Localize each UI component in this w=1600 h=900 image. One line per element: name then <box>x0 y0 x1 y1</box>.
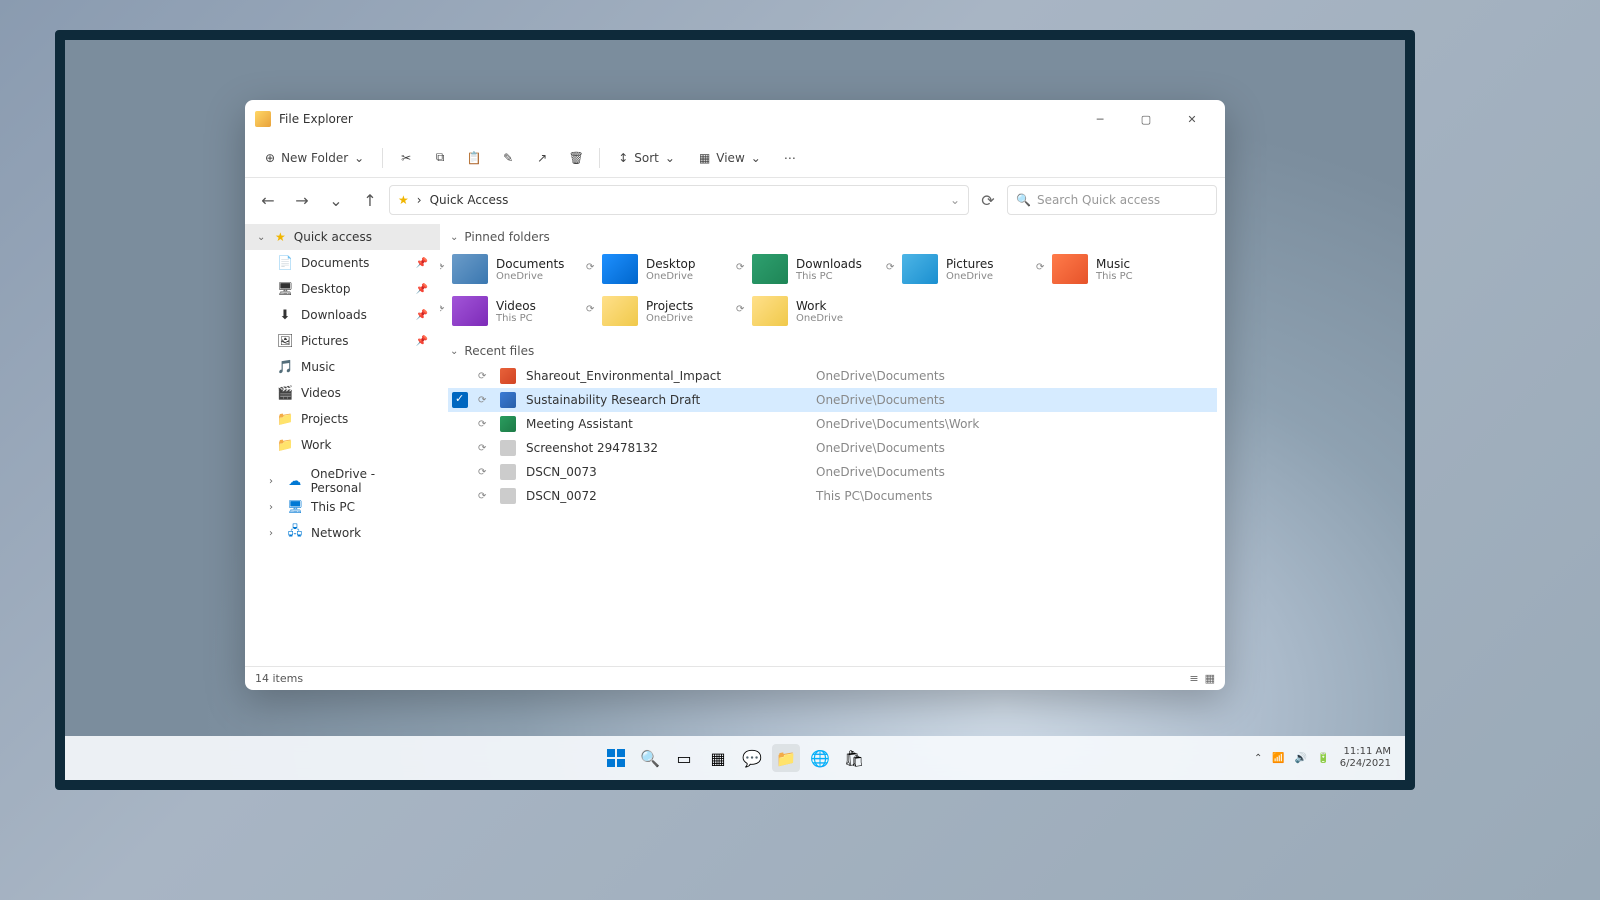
copy-button[interactable]: ⧉ <box>425 144 455 171</box>
file-row[interactable]: ⟳Screenshot 29478132OneDrive\Documents <box>448 436 1217 460</box>
chat-button[interactable]: 💬 <box>738 744 766 772</box>
sidebar-quick-access[interactable]: ⌄★Quick access <box>245 224 440 250</box>
forward-button[interactable]: → <box>287 185 317 215</box>
pinned-folder-music[interactable]: ⟳MusicThis PC <box>1048 248 1198 290</box>
start-button[interactable] <box>602 744 630 772</box>
delete-button[interactable]: 🗑 <box>561 145 591 171</box>
section-pinned-folders[interactable]: ⌄Pinned folders <box>448 226 1217 248</box>
sidebar-item-pictures[interactable]: 🖼Pictures📌 <box>245 328 440 354</box>
sidebar-item-music[interactable]: 🎵Music <box>245 354 440 380</box>
sort-button[interactable]: ↕ Sort ⌄ <box>608 145 685 171</box>
minimize-button[interactable]: ─ <box>1077 100 1123 138</box>
pinned-folder-documents[interactable]: ⟳DocumentsOneDrive <box>448 248 598 290</box>
share-button[interactable]: ↗ <box>527 145 557 171</box>
sidebar-item-documents[interactable]: 📄Documents📌 <box>245 250 440 276</box>
refresh-button[interactable]: ⟳ <box>973 185 1003 215</box>
status-item-count: 14 items <box>255 672 303 685</box>
main-pane: ⌄Pinned folders ⟳DocumentsOneDrive⟳Deskt… <box>440 222 1225 666</box>
sidebar-item-downloads[interactable]: ⬇Downloads📌 <box>245 302 440 328</box>
pinned-folder-work[interactable]: ⟳WorkOneDrive <box>748 290 898 332</box>
recent-locations-button[interactable]: ⌄ <box>321 185 351 215</box>
breadcrumb: Quick Access <box>430 193 509 207</box>
thumbnails-view-button[interactable]: ▦ <box>1205 672 1215 685</box>
sidebar: ⌄★Quick access 📄Documents📌🖥Desktop📌⬇Down… <box>245 222 440 666</box>
breadcrumb-sep: › <box>417 193 422 207</box>
sidebar-item-desktop[interactable]: 🖥Desktop📌 <box>245 276 440 302</box>
section-recent-files[interactable]: ⌄Recent files <box>448 340 1217 362</box>
navbar: ← → ⌄ ↑ ★ › Quick Access ⌄ ⟳ 🔍 Search Qu… <box>245 178 1225 222</box>
more-button[interactable]: ⋯ <box>775 145 805 171</box>
pinned-folder-desktop[interactable]: ⟳DesktopOneDrive <box>598 248 748 290</box>
pinned-folder-videos[interactable]: ⟳VideosThis PC <box>448 290 598 332</box>
sidebar-item-videos[interactable]: 🎬Videos <box>245 380 440 406</box>
file-row[interactable]: ⟳Shareout_Environmental_ImpactOneDrive\D… <box>448 364 1217 388</box>
titlebar: File Explorer ─ ▢ ✕ <box>245 100 1225 138</box>
up-button[interactable]: ↑ <box>355 185 385 215</box>
file-explorer-taskbar-icon[interactable]: 📁 <box>772 744 800 772</box>
pinned-folder-projects[interactable]: ⟳ProjectsOneDrive <box>598 290 748 332</box>
star-icon: ★ <box>398 193 409 207</box>
file-explorer-window: File Explorer ─ ▢ ✕ ⊕ New Folder ⌄ ✂ ⧉ 📋… <box>245 100 1225 690</box>
paste-button[interactable]: 📋 <box>459 145 489 171</box>
sidebar-network[interactable]: ›🖧Network <box>245 520 440 546</box>
view-button[interactable]: ▦ View ⌄ <box>689 145 771 171</box>
volume-icon[interactable]: 🔊 <box>1295 753 1307 764</box>
search-box[interactable]: 🔍 Search Quick access <box>1007 185 1217 215</box>
file-row[interactable]: ⟳DSCN_0073OneDrive\Documents <box>448 460 1217 484</box>
task-view-button[interactable]: ▭ <box>670 744 698 772</box>
search-placeholder: Search Quick access <box>1037 193 1160 207</box>
address-dropdown-icon[interactable]: ⌄ <box>950 193 960 207</box>
address-bar[interactable]: ★ › Quick Access ⌄ <box>389 185 969 215</box>
clock[interactable]: 11:11 AM 6/24/2021 <box>1340 746 1391 770</box>
new-folder-button[interactable]: ⊕ New Folder ⌄ <box>255 145 374 171</box>
file-row[interactable]: ⟳DSCN_0072This PC\Documents <box>448 484 1217 508</box>
close-button[interactable]: ✕ <box>1169 100 1215 138</box>
sidebar-item-work[interactable]: 📁Work <box>245 432 440 458</box>
rename-button[interactable]: ✎ <box>493 145 523 171</box>
sidebar-this-pc[interactable]: ›🖥This PC <box>245 494 440 520</box>
status-bar: 14 items ≡ ▦ <box>245 666 1225 690</box>
taskbar-search-button[interactable]: 🔍 <box>636 744 664 772</box>
wifi-icon[interactable]: 📶 <box>1272 753 1284 764</box>
cut-button[interactable]: ✂ <box>391 145 421 171</box>
pinned-folder-downloads[interactable]: ⟳DownloadsThis PC <box>748 248 898 290</box>
details-view-button[interactable]: ≡ <box>1189 672 1198 685</box>
store-icon[interactable]: 🛍 <box>840 744 868 772</box>
taskbar: 🔍 ▭ ▦ 💬 📁 🌐 🛍 ⌃ 📶 🔊 🔋 11:11 AM 6/24/2021 <box>65 736 1405 780</box>
widgets-button[interactable]: ▦ <box>704 744 732 772</box>
edge-icon[interactable]: 🌐 <box>806 744 834 772</box>
tray-chevron-icon[interactable]: ⌃ <box>1254 753 1262 764</box>
file-row[interactable]: ⟳Sustainability Research DraftOneDrive\D… <box>448 388 1217 412</box>
app-icon <box>255 111 271 127</box>
file-row[interactable]: ⟳Meeting AssistantOneDrive\Documents\Wor… <box>448 412 1217 436</box>
sidebar-onedrive[interactable]: ›☁OneDrive - Personal <box>245 468 440 494</box>
maximize-button[interactable]: ▢ <box>1123 100 1169 138</box>
toolbar: ⊕ New Folder ⌄ ✂ ⧉ 📋 ✎ ↗ 🗑 ↕ Sort ⌄ ▦ Vi… <box>245 138 1225 178</box>
battery-icon[interactable]: 🔋 <box>1317 753 1329 764</box>
window-title: File Explorer <box>279 112 353 126</box>
sidebar-item-projects[interactable]: 📁Projects <box>245 406 440 432</box>
pinned-folder-pictures[interactable]: ⟳PicturesOneDrive <box>898 248 1048 290</box>
back-button[interactable]: ← <box>253 185 283 215</box>
search-icon: 🔍 <box>1016 193 1031 207</box>
